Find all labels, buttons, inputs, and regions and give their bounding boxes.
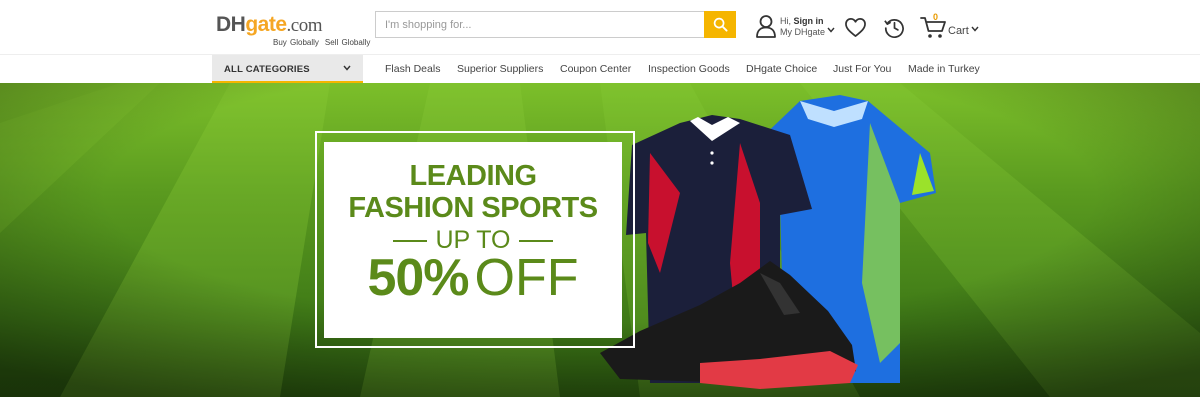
all-categories-dropdown[interactable]: ALL CATEGORIES xyxy=(212,55,363,83)
all-categories-label: ALL CATEGORIES xyxy=(224,64,310,75)
search-icon xyxy=(713,17,728,32)
chevron-down-icon xyxy=(971,26,979,32)
search-bar xyxy=(375,11,736,38)
promo-card: LEADING FASHION SPORTS UP TO 50% OFF xyxy=(324,142,622,338)
greeting-hi: Hi, xyxy=(780,16,791,26)
promo-off: OFF xyxy=(474,249,579,307)
logo-gate: gate xyxy=(245,13,287,36)
nav-link-superior-suppliers[interactable]: Superior Suppliers xyxy=(457,63,543,75)
nav-link-flash-deals[interactable]: Flash Deals xyxy=(385,63,440,75)
chevron-down-icon xyxy=(827,27,835,33)
nav-link-just-for-you[interactable]: Just For You xyxy=(833,63,891,75)
greeting: Hi, Sign in xyxy=(780,16,824,26)
tagline-sell: Sell Globally xyxy=(324,38,371,47)
promo-percent: 50% xyxy=(367,249,469,307)
hero-banner[interactable]: LEADING FASHION SPORTS UP TO 50% OFF xyxy=(0,83,1200,397)
search-input[interactable] xyxy=(376,12,704,37)
history-icon xyxy=(883,18,904,38)
heart-icon xyxy=(844,17,866,37)
nav-link-inspection-goods[interactable]: Inspection Goods xyxy=(648,63,730,75)
promo-discount: 50% OFF xyxy=(324,248,622,308)
cart-count-badge: 0 xyxy=(933,12,939,22)
account-menu[interactable]: Hi, Sign in My DHgate xyxy=(755,14,837,40)
cart-label: Cart xyxy=(948,25,969,37)
promo-headline-1: LEADING xyxy=(409,160,538,192)
dhgate-logo[interactable]: DHgate.com Buy Globally Sell Globally xyxy=(216,13,370,49)
nav-link-made-in-turkey[interactable]: Made in Turkey xyxy=(908,63,980,75)
nav-link-coupon-center[interactable]: Coupon Center xyxy=(560,63,631,75)
sign-in-link[interactable]: Sign in xyxy=(794,16,824,26)
history-button[interactable] xyxy=(881,14,907,40)
cart-button[interactable]: 0 Cart xyxy=(920,12,982,42)
chevron-down-icon xyxy=(343,65,351,71)
promo-headline-2: FASHION SPORTS xyxy=(348,192,598,224)
search-button[interactable] xyxy=(704,11,736,38)
tagline-buy: Buy Globally xyxy=(273,38,319,47)
my-dhgate-link[interactable]: My DHgate xyxy=(780,27,825,37)
category-nav: ALL CATEGORIES Flash Deals Superior Supp… xyxy=(0,54,1200,83)
nav-link-dhgate-choice[interactable]: DHgate Choice xyxy=(746,63,817,75)
logo-dh: DH xyxy=(216,13,246,36)
logo-wordmark: DHgate.com xyxy=(216,13,366,38)
logo-com: .com xyxy=(286,15,323,36)
site-header: DHgate.com Buy Globally Sell Globally Hi,… xyxy=(0,0,1200,54)
user-icon xyxy=(756,15,776,38)
wishlist-button[interactable] xyxy=(842,14,868,40)
logo-tagline: Buy Globally Sell Globally xyxy=(273,38,370,47)
